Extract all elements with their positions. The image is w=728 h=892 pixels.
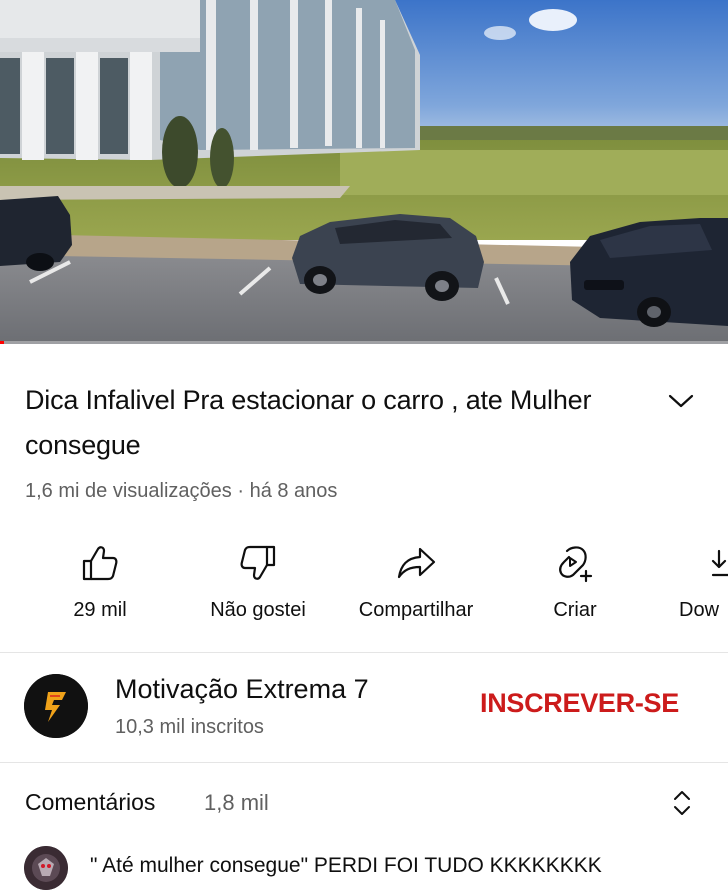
divider: [0, 762, 728, 763]
dislike-button[interactable]: Não gostei: [196, 540, 320, 630]
upload-age: há 8 anos: [249, 480, 338, 502]
dislike-label: Não gostei: [210, 599, 306, 621]
meta-separator: ·: [237, 480, 245, 502]
video-frame: [0, 0, 728, 344]
video-progress-bar[interactable]: [0, 341, 728, 344]
chevron-down-icon: [668, 394, 694, 408]
channel-logo-icon: [24, 674, 88, 738]
channel-avatar[interactable]: [24, 674, 88, 738]
commenter-avatar-image: [24, 846, 68, 890]
download-label: Dow: [679, 599, 720, 621]
video-progress-fill: [0, 341, 4, 344]
like-button[interactable]: 29 mil: [55, 540, 145, 630]
video-title[interactable]: Dica Infalivel Pra estacionar o carro , …: [25, 378, 635, 468]
share-icon: [397, 547, 436, 579]
thumbs-down-icon: [240, 545, 276, 580]
like-count: 29 mil: [73, 599, 127, 621]
expand-description-button[interactable]: [664, 386, 698, 416]
view-count: 1,6 mi de visualizações: [25, 480, 232, 502]
download-icon: [711, 549, 728, 577]
download-button[interactable]: Dow: [677, 540, 728, 630]
share-label: Compartilhar: [358, 599, 474, 621]
video-meta[interactable]: 1,6 mi de visualizações · há 8 anos: [25, 480, 337, 503]
divider: [0, 652, 728, 653]
comments-heading[interactable]: Comentários: [25, 789, 155, 816]
subscribe-button[interactable]: INSCREVER-SE: [480, 688, 679, 719]
expand-comments-button[interactable]: [664, 786, 700, 820]
comments-count: 1,8 mil: [204, 790, 269, 815]
channel-name[interactable]: Motivação Extrema 7: [115, 674, 369, 705]
remix-icon: [559, 546, 593, 583]
top-comment-text[interactable]: " Até mulher consegue" PERDI FOI TUDO KK…: [90, 854, 602, 878]
commenter-avatar[interactable]: [24, 846, 68, 890]
create-button[interactable]: Criar: [530, 540, 620, 630]
subscriber-count: 10,3 mil inscritos: [115, 716, 264, 738]
thumbs-up-icon: [82, 546, 118, 581]
share-button[interactable]: Compartilhar: [342, 540, 490, 630]
unfold-icon: [674, 791, 690, 815]
video-player[interactable]: [0, 0, 728, 344]
create-label: Criar: [553, 599, 597, 621]
